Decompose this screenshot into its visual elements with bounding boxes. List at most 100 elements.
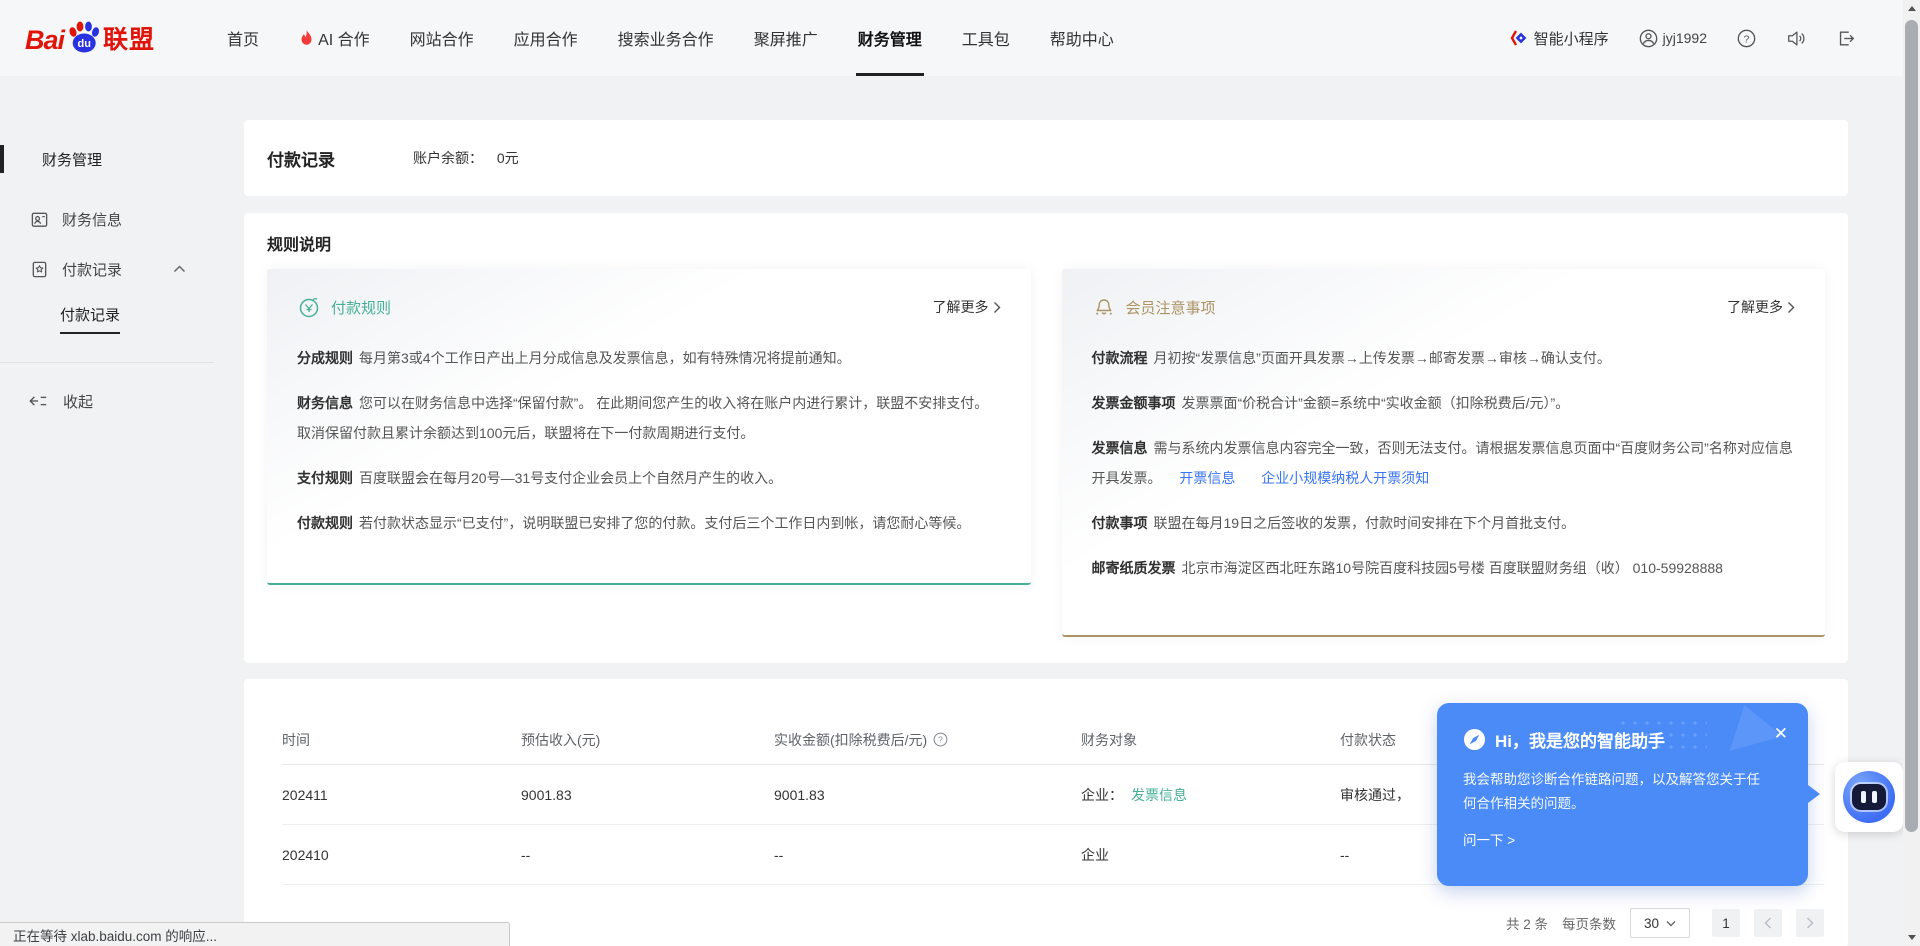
member-notice-more-link[interactable]: 了解更多: [1727, 297, 1795, 317]
invoice-info-link[interactable]: 开票信息: [1179, 470, 1235, 486]
nav-item-toolkit[interactable]: 工具包: [942, 0, 1030, 76]
bell-icon: [1092, 295, 1116, 319]
payment-rules-box: 付款规则 了解更多 分成规则每月第3或4个工作日产出上月分成信息及发票信息，如有…: [267, 269, 1031, 585]
scrollbar-thumb[interactable]: [1905, 20, 1918, 832]
dots-decoration: [1617, 717, 1707, 751]
help-button[interactable]: ?: [1737, 29, 1756, 48]
payment-rules-title: 付款规则: [331, 297, 391, 318]
chevron-down-icon: [1666, 920, 1676, 927]
nav-item-screen-ads[interactable]: 聚屏推广: [734, 0, 838, 76]
nav-item-ai[interactable]: AI 合作: [279, 0, 390, 76]
ask-now-link[interactable]: 问一下 >: [1463, 829, 1515, 849]
per-page-select[interactable]: 30: [1630, 908, 1690, 938]
popup-pointer: [1808, 785, 1820, 803]
main-nav: 首页 AI 合作 网站合作 应用合作 搜索业务合作 聚屏推广 财务管理 工具包 …: [207, 0, 1134, 76]
page-header-card: 付款记录 账户余额： 0元: [244, 120, 1848, 196]
compass-icon: [1463, 728, 1486, 751]
rule-paragraph: 付款流程月初按“发票信息”页面开具发票→上传发票→邮寄发票→审核→确认支付。: [1092, 343, 1796, 373]
logo-bai-text: Bai: [25, 25, 64, 56]
page-number[interactable]: 1: [1712, 909, 1740, 937]
small-taxpayer-notice-link[interactable]: 企业小规模纳税人开票须知: [1261, 470, 1429, 486]
scroll-up-arrow[interactable]: [1903, 0, 1920, 17]
account-balance: 账户余额： 0元: [413, 148, 519, 168]
cell-time: 202410: [282, 847, 521, 863]
svg-text:?: ?: [938, 735, 943, 745]
nav-item-website[interactable]: 网站合作: [390, 0, 494, 76]
rule-paragraph: 付款规则若付款状态显示“已支付”，说明联盟已安排了您的付款。支付后三个工作日内到…: [297, 508, 1001, 538]
logo-union-text: 联盟: [103, 20, 155, 56]
rules-title: 规则说明: [267, 231, 1825, 255]
chevron-right-icon: [1806, 917, 1814, 929]
sidebar-collapse-button[interactable]: 收起: [0, 379, 244, 423]
prev-page-button[interactable]: [1754, 909, 1782, 937]
sidebar-subitem-payment-record[interactable]: 付款记录: [0, 294, 244, 344]
payment-rules-more-link[interactable]: 了解更多: [933, 297, 1001, 317]
rule-paragraph: 发票金额事项发票票面“价税合计”金额=系统中“实收金额（扣除税费后/元）”。: [1092, 388, 1796, 418]
sidebar-item-label: 财务信息: [62, 209, 122, 230]
miniapp-icon: [1510, 29, 1528, 47]
nav-item-search-biz[interactable]: 搜索业务合作: [598, 0, 734, 76]
page-title: 付款记录: [267, 146, 335, 171]
user-account[interactable]: jyj1992: [1639, 29, 1707, 48]
rule-paragraph: 发票信息需与系统内发票信息内容完全一致，否则无法支付。请根据发票信息页面中“百度…: [1092, 433, 1796, 493]
nav-item-finance[interactable]: 财务管理: [838, 0, 942, 76]
member-notice-title: 会员注意事项: [1126, 297, 1216, 318]
rule-paragraph: 财务信息您可以在财务信息中选择“保留付款”。 在此期间您产生的收入将在账户内进行…: [297, 388, 1001, 448]
finance-info-icon: [30, 210, 49, 229]
baidu-paw-icon: du: [66, 21, 102, 54]
next-page-button[interactable]: [1796, 909, 1824, 937]
scroll-down-arrow[interactable]: [1903, 929, 1920, 946]
robot-icon: [1843, 771, 1895, 823]
balance-value: 0元: [497, 150, 519, 166]
assistant-launcher-button[interactable]: [1835, 762, 1903, 832]
nav-item-help-center[interactable]: 帮助中心: [1030, 0, 1134, 76]
close-icon[interactable]: ✕: [1774, 725, 1788, 742]
rule-paragraph: 邮寄纸质发票北京市海淀区西北旺东路10号院百度科技园5号楼 百度联盟财务组（收）…: [1092, 553, 1796, 583]
svg-text:du: du: [78, 38, 91, 50]
top-navbar: Bai du 联盟 首页 AI 合作 网站合作 应用合作 搜索业务合作 聚屏推广…: [0, 0, 1920, 76]
collapse-label: 收起: [63, 391, 93, 412]
chevron-right-icon: [1787, 301, 1795, 314]
per-page-label: 每页条数: [1562, 913, 1616, 933]
cell-actual: 9001.83: [774, 787, 1081, 803]
cell-estimated: --: [521, 847, 774, 863]
invoice-info-table-link[interactable]: 发票信息: [1131, 787, 1187, 803]
sidebar-item-payment-record[interactable]: 付款记录: [0, 244, 244, 294]
smart-assistant-popup: Hi，我是您的智能助手 ✕ 我会帮助您诊断合作链路问题，以及解答您关于任何合作相…: [1437, 703, 1808, 886]
user-icon: [1639, 29, 1658, 48]
sidebar-item-label: 付款记录: [62, 259, 122, 280]
smart-miniapp-link[interactable]: 智能小程序: [1510, 28, 1609, 49]
sidebar: 财务管理 财务信息 付款记录 付款记录: [0, 76, 244, 946]
active-section-bar: [0, 145, 4, 173]
total-count: 共 2 条: [1506, 913, 1548, 933]
nav-item-app[interactable]: 应用合作: [494, 0, 598, 76]
flame-icon: [299, 29, 314, 47]
collapse-icon: [28, 393, 48, 409]
svg-text:?: ?: [1744, 34, 1750, 45]
col-finance-target: 财务对象: [1081, 730, 1340, 750]
rules-card: 规则说明 付款规则 了解更多: [244, 213, 1848, 663]
announcement-button[interactable]: [1786, 29, 1806, 48]
chevron-left-icon: [1764, 917, 1772, 929]
cell-actual: --: [774, 847, 1081, 863]
status-text: 正在等待 xlab.baidu.com 的响应...: [13, 925, 217, 945]
help-circle-icon[interactable]: ?: [933, 732, 948, 747]
assistant-message: 我会帮助您诊断合作链路问题，以及解答您关于任何合作相关的问题。: [1463, 768, 1773, 815]
sidebar-item-finance-info[interactable]: 财务信息: [0, 194, 244, 244]
cell-finance-target: 企业：发票信息: [1081, 785, 1340, 805]
col-actual: 实收金额(扣除税费后/元) ?: [774, 730, 1081, 750]
cell-estimated: 9001.83: [521, 787, 774, 803]
rule-paragraph: 付款事项联盟在每月19日之后签收的发票，付款时间安排在下个月首批支付。: [1092, 508, 1796, 538]
browser-status-bubble: 正在等待 xlab.baidu.com 的响应...: [0, 922, 510, 946]
chevron-right-icon: [993, 301, 1001, 314]
rule-paragraph: 分成规则每月第3或4个工作日产出上月分成信息及发票信息，如有特殊情况将提前通知。: [297, 343, 1001, 373]
payment-record-icon: [30, 260, 49, 279]
coin-yuan-icon: [297, 295, 321, 319]
sidebar-divider: [0, 362, 214, 363]
browser-scrollbar[interactable]: [1903, 0, 1920, 946]
nav-item-home[interactable]: 首页: [207, 0, 279, 76]
chevron-up-icon: [173, 265, 186, 273]
baidu-union-logo[interactable]: Bai du 联盟: [25, 20, 155, 56]
member-notice-box: 会员注意事项 了解更多 付款流程月初按“发票信息”页面开具发票→上传发票→邮寄发…: [1062, 269, 1826, 637]
logout-button[interactable]: [1836, 29, 1856, 48]
